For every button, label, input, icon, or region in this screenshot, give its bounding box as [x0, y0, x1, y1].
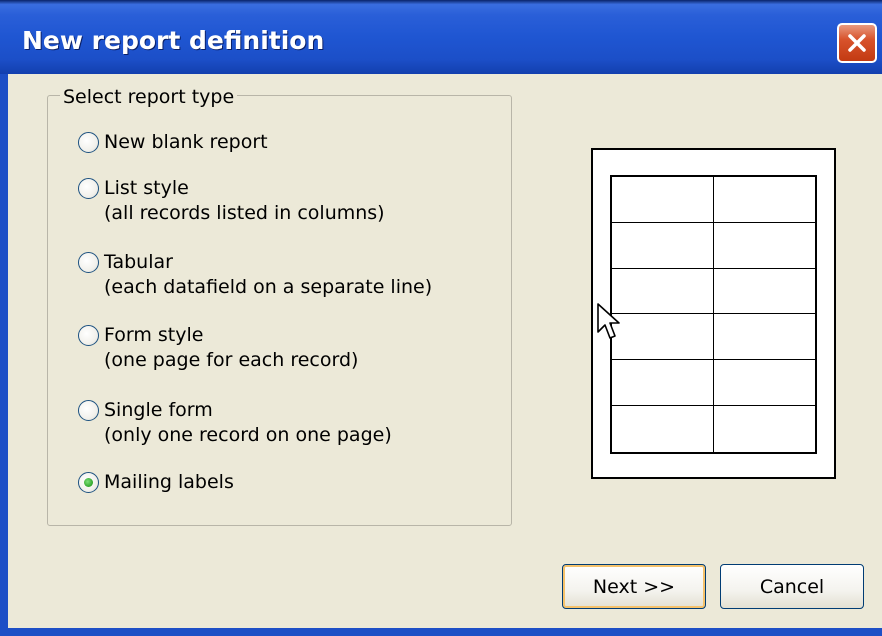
option-description: (all records listed in columns) — [104, 202, 385, 224]
mailing-labels-preview-grid — [610, 175, 817, 454]
dialog-window: New report definition Select report type… — [0, 0, 882, 636]
option-form-style[interactable]: Form style (one page for each record) — [78, 323, 358, 373]
radio-button[interactable] — [78, 132, 99, 153]
label-cell — [713, 314, 815, 361]
option-new-blank-report[interactable]: New blank report — [78, 130, 268, 155]
option-description: (only one record on one page) — [104, 424, 392, 446]
label-cell — [612, 177, 714, 223]
option-description: (one page for each record) — [104, 349, 359, 371]
radio-button-selected[interactable] — [78, 472, 99, 493]
label-cell — [612, 360, 714, 407]
option-label: List style (all records listed in column… — [104, 177, 385, 224]
option-description: (each datafield on a separate line) — [104, 276, 433, 298]
close-button[interactable] — [837, 23, 877, 63]
option-single-form[interactable]: Single form (only one record on one page… — [78, 398, 392, 448]
title-bar[interactable]: New report definition — [0, 0, 882, 74]
label-cell — [713, 360, 815, 407]
option-tabular[interactable]: Tabular (each datafield on a separate li… — [78, 250, 432, 300]
radio-button[interactable] — [78, 178, 99, 199]
window-border-left — [0, 74, 8, 636]
report-type-groupbox — [47, 95, 512, 526]
next-button[interactable]: Next >> — [562, 564, 706, 609]
groupbox-legend: Select report type — [60, 86, 238, 108]
label-cell — [713, 223, 815, 269]
label-cell — [714, 406, 816, 452]
window-border-bottom — [0, 628, 882, 636]
radio-button[interactable] — [78, 325, 99, 346]
label-cell — [612, 222, 714, 269]
option-label: New blank report — [104, 131, 268, 153]
mouse-cursor-icon — [597, 303, 620, 339]
label-cell — [612, 268, 714, 315]
option-mailing-labels[interactable]: Mailing labels — [78, 470, 234, 495]
close-icon — [848, 34, 866, 52]
label-cell — [713, 177, 815, 223]
option-label: Mailing labels — [104, 471, 234, 493]
option-label: Form style (one page for each record) — [104, 324, 359, 371]
window-title: New report definition — [22, 26, 325, 55]
cancel-button[interactable]: Cancel — [720, 564, 864, 609]
label-cell — [612, 314, 714, 361]
radio-button[interactable] — [78, 252, 99, 273]
option-label: Single form (only one record on one page… — [104, 399, 392, 446]
option-list-style[interactable]: List style (all records listed in column… — [78, 176, 385, 226]
option-label: Tabular (each datafield on a separate li… — [104, 251, 433, 298]
label-cell — [612, 406, 714, 452]
label-cell — [713, 269, 815, 315]
radio-button[interactable] — [78, 400, 99, 421]
